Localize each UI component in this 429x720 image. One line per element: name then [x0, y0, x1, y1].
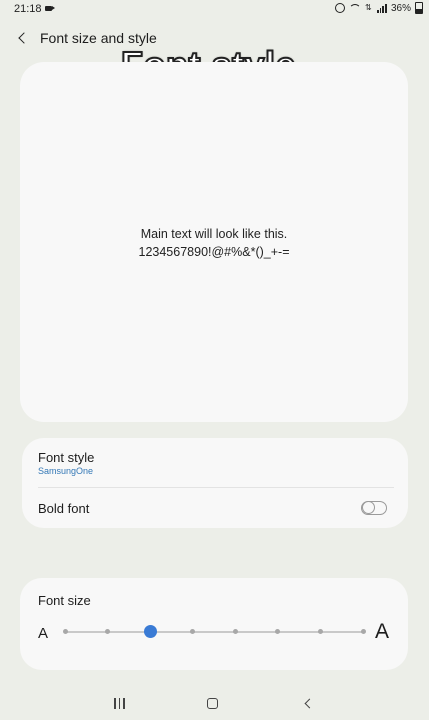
preview-text: Main text will look like this. 123456789… [20, 225, 408, 261]
font-size-label: Font size [38, 593, 91, 608]
toggle-knob [362, 501, 375, 514]
font-size-step-dot[interactable] [190, 629, 196, 634]
font-size-step-dot[interactable] [232, 629, 238, 634]
screen-record-icon [45, 6, 55, 11]
bold-font-label: Bold font [38, 501, 90, 516]
font-preview-card: Main text will look like this. 123456789… [20, 62, 408, 422]
back-arrow-icon[interactable] [16, 30, 30, 46]
battery-percent: 36% [390, 2, 411, 14]
font-style-value: SamsungOne [38, 466, 94, 476]
alarm-icon [334, 3, 345, 13]
font-size-step-dot[interactable] [360, 629, 366, 634]
font-size-small-icon[interactable]: A [38, 625, 48, 642]
home-icon[interactable] [207, 698, 218, 709]
font-size-step-dot[interactable] [105, 629, 111, 634]
status-icons: ⇅ 36% [334, 2, 423, 14]
wifi-icon [348, 3, 361, 13]
font-size-step-dot[interactable] [62, 629, 68, 634]
font-size-step-dot[interactable] [275, 629, 281, 634]
font-size-large-icon[interactable]: A [375, 620, 389, 644]
bold-font-row[interactable]: Bold font [22, 488, 408, 528]
signal-icon [376, 3, 387, 13]
font-style-label: Font style [38, 450, 95, 465]
battery-icon [415, 2, 423, 14]
preview-line-2: 1234567890!@#%&*()_+-= [138, 245, 290, 259]
navigation-bar [0, 690, 429, 720]
font-settings-card: Font style SamsungOne Bold font [22, 438, 408, 528]
preview-line-1: Main text will look like this. [140, 227, 288, 241]
font-size-step-dot[interactable] [317, 629, 323, 634]
recent-apps-icon[interactable] [114, 698, 126, 709]
status-time: 21:18 [14, 3, 42, 15]
font-style-row[interactable]: Font style SamsungOne [22, 438, 408, 488]
nav-back-icon[interactable] [303, 698, 313, 710]
sim-icon: ⇅ [364, 3, 372, 12]
font-size-slider[interactable] [62, 625, 366, 638]
font-size-card: Font size A A [20, 578, 408, 670]
font-size-slider-thumb[interactable] [143, 625, 157, 638]
status-bar: 21:18 ⇅ 36% [0, 0, 429, 18]
bold-font-toggle[interactable] [361, 501, 387, 515]
